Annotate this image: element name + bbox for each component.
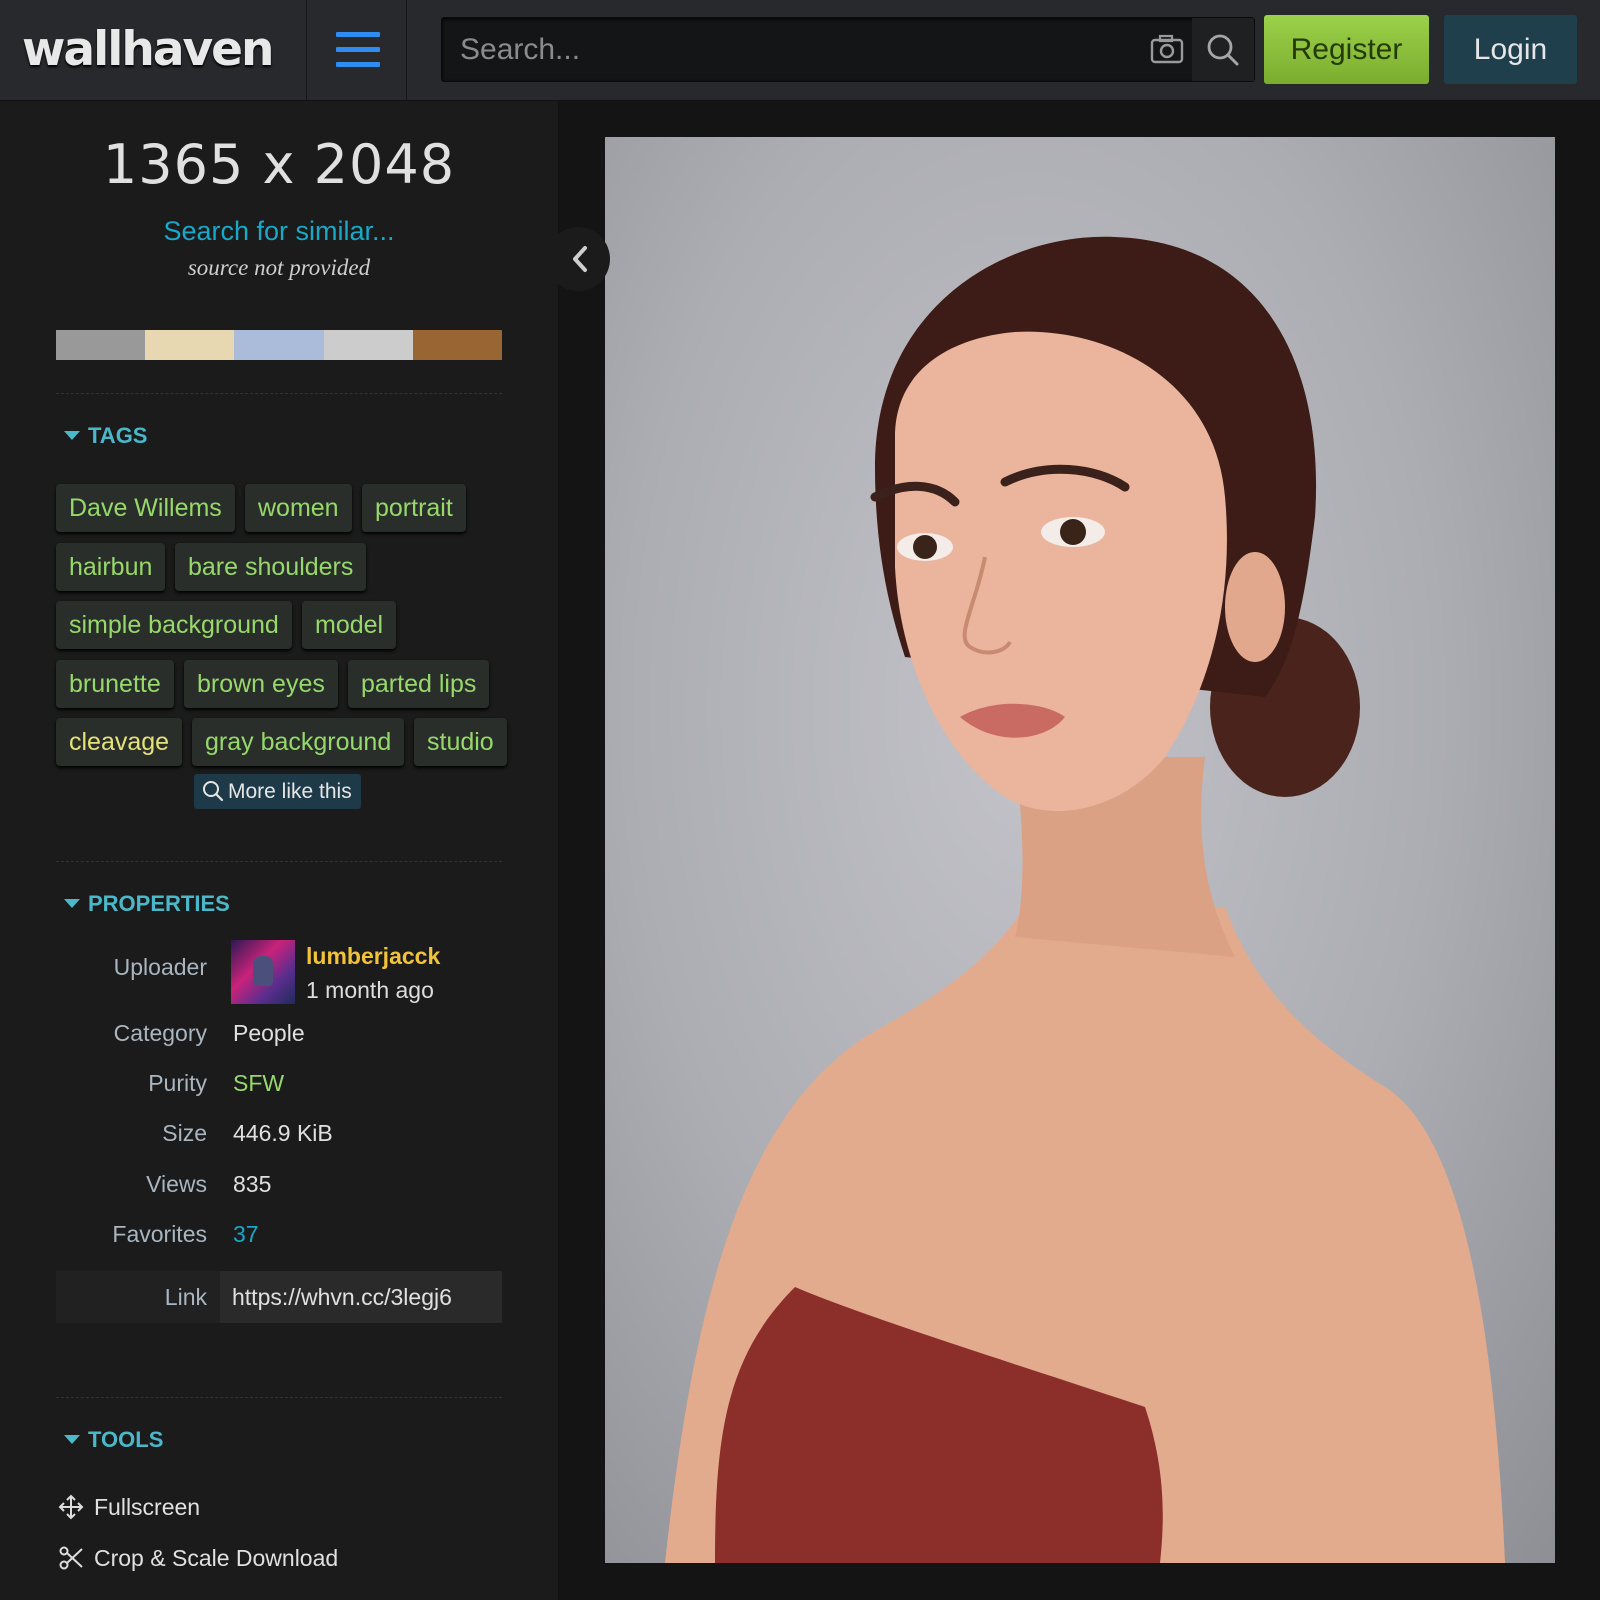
properties-heading: PROPERTIES (88, 891, 230, 916)
palette-swatch[interactable] (412, 330, 503, 360)
tag-chip[interactable]: gray background (192, 718, 405, 766)
purity-label: Purity (148, 1070, 207, 1096)
tag-chip[interactable]: Dave Willems (56, 484, 235, 532)
crop-scale-label: Crop & Scale Download (94, 1545, 339, 1571)
tag-chip[interactable]: hairbun (56, 542, 166, 591)
category-value: People (233, 1020, 305, 1046)
tags-heading: TAGS (88, 423, 148, 448)
move-arrows-icon (58, 1494, 84, 1520)
palette-swatch[interactable] (56, 330, 146, 360)
search-input[interactable] (442, 18, 1178, 81)
more-like-this-label: More like this (228, 780, 352, 803)
tag-chip[interactable]: simple background (56, 601, 292, 649)
more-like-this-button[interactable]: More like this (194, 774, 361, 809)
search-icon (203, 781, 224, 802)
tag-chip[interactable]: parted lips (348, 659, 490, 708)
search-similar-link[interactable]: Search for similar... (0, 216, 558, 247)
size-label: Size (162, 1120, 207, 1146)
uploader-avatar[interactable] (231, 940, 295, 1004)
purity-value: SFW (233, 1070, 285, 1096)
collapse-sidebar-button[interactable] (546, 227, 610, 291)
tools-section-toggle[interactable]: TOOLS (64, 1427, 163, 1453)
crop-scale-tool[interactable]: Crop & Scale Download (58, 1545, 338, 1572)
header-divider (406, 0, 407, 100)
source-note: source not provided (187, 255, 371, 280)
palette-swatch[interactable] (234, 330, 324, 360)
tag-chip[interactable]: brunette (56, 659, 174, 708)
caret-down-icon (64, 899, 80, 908)
fullscreen-label: Fullscreen (94, 1494, 201, 1520)
chevron-left-icon (573, 246, 587, 272)
search-bar (441, 17, 1255, 82)
size-value: 446.9 KiB (233, 1120, 333, 1146)
register-button[interactable]: Register (1264, 15, 1429, 84)
tag-chip[interactable]: women (245, 484, 352, 532)
scissors-icon (59, 1546, 83, 1570)
category-label: Category (113, 1020, 207, 1046)
portrait-illustration (665, 236, 1505, 1563)
short-link-field[interactable]: https://whvn.cc/3legj6 (220, 1271, 502, 1323)
uploader-name-link[interactable]: lumberjacck (306, 943, 440, 970)
tag-chip[interactable]: portrait (362, 484, 466, 532)
upload-time: 1 month ago (306, 977, 434, 1003)
resolution-heading: 1365 x 2048 (102, 133, 456, 196)
favorites-value-link[interactable]: 37 (233, 1221, 259, 1248)
tag-chip[interactable]: model (302, 601, 397, 649)
site-logo[interactable]: wallhaven (22, 22, 275, 77)
palette-swatch[interactable] (323, 330, 413, 360)
palette-swatch[interactable] (145, 330, 235, 360)
views-label: Views (146, 1171, 207, 1197)
search-icon[interactable] (1192, 18, 1254, 81)
uploader-label: Uploader (113, 954, 207, 980)
fullscreen-tool[interactable]: Fullscreen (58, 1494, 200, 1521)
section-divider (56, 861, 502, 862)
camera-icon[interactable] (1142, 18, 1192, 81)
menu-hamburger-icon[interactable] (336, 30, 380, 70)
caret-down-icon (64, 1435, 80, 1444)
login-button[interactable]: Login (1444, 15, 1577, 84)
tools-heading: TOOLS (88, 1427, 164, 1452)
caret-down-icon (64, 431, 80, 440)
tag-chip[interactable]: brown eyes (184, 659, 338, 708)
favorites-label: Favorites (112, 1221, 207, 1247)
color-palette (56, 330, 503, 360)
short-link-row: Link https://whvn.cc/3legj6 (56, 1271, 502, 1323)
section-divider (56, 393, 502, 394)
wallpaper-image[interactable] (605, 137, 1555, 1563)
section-divider (56, 1397, 502, 1398)
tags-section-toggle[interactable]: TAGS (64, 423, 147, 449)
tag-chip[interactable]: studio (414, 718, 507, 766)
info-sidebar: 1365 x 2048 Search for similar... source… (0, 101, 559, 1600)
views-value: 835 (233, 1171, 272, 1197)
link-label: Link (164, 1284, 207, 1310)
header-divider (306, 0, 307, 100)
tag-chip[interactable]: bare shoulders (175, 542, 367, 591)
tag-chip[interactable]: cleavage (56, 718, 183, 766)
properties-section-toggle[interactable]: PROPERTIES (64, 891, 230, 917)
top-header: wallhaven Register Login (0, 0, 1600, 101)
